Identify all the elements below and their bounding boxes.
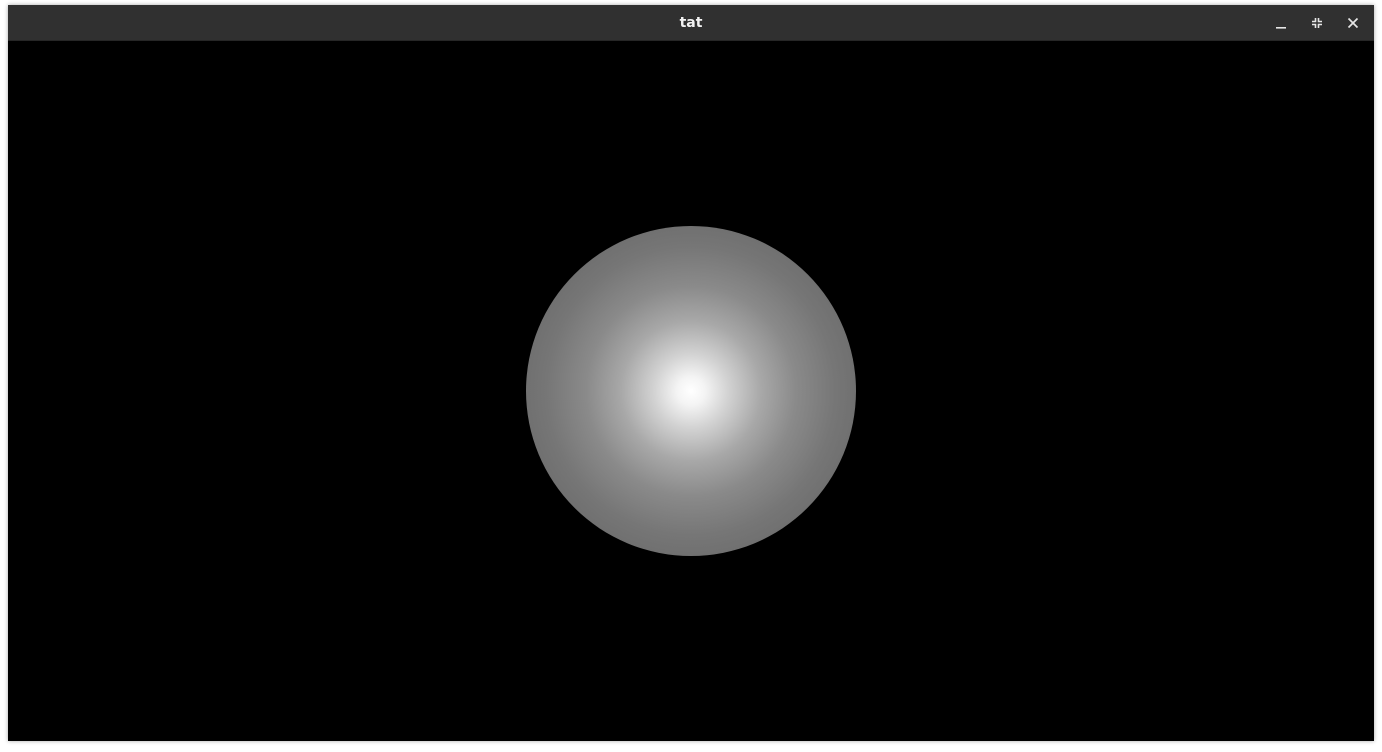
close-button[interactable] — [1341, 11, 1365, 35]
minimize-button[interactable] — [1269, 11, 1293, 35]
restore-icon — [1311, 17, 1323, 29]
minimize-icon — [1275, 17, 1287, 29]
title-bar[interactable]: tat — [8, 5, 1374, 41]
restore-button[interactable] — [1305, 11, 1329, 35]
application-window: tat — [8, 5, 1374, 741]
close-icon — [1347, 17, 1359, 29]
window-title: tat — [679, 15, 703, 31]
shaded-sphere — [526, 226, 856, 556]
render-viewport[interactable] — [8, 41, 1374, 741]
